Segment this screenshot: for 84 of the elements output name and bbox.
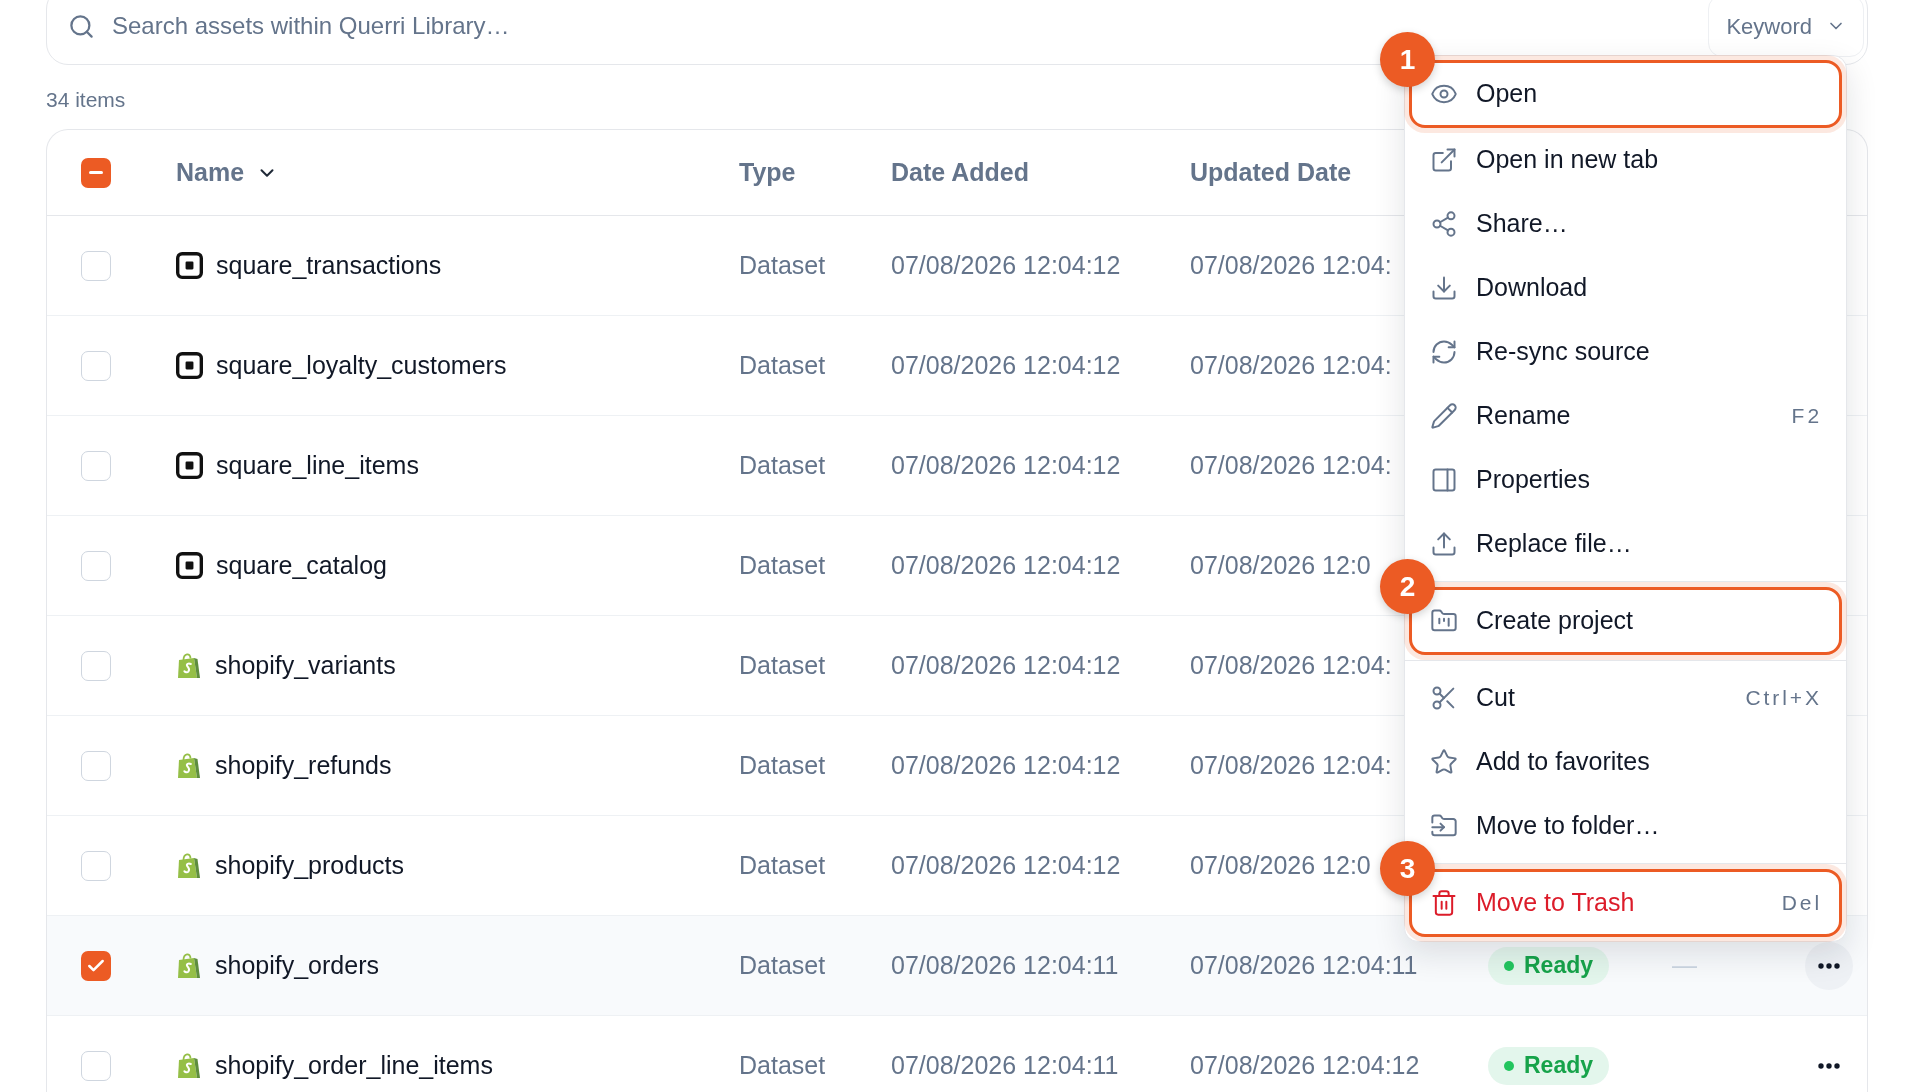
shopping-bag-icon (177, 1052, 201, 1079)
asset-type: Dataset (739, 249, 826, 281)
download-icon (1430, 274, 1458, 302)
updated-date: 07/08/2026 12:04:12 (1190, 1049, 1420, 1081)
share-icon (1430, 210, 1458, 238)
shortcut-hint: Ctrl+X (1745, 685, 1822, 712)
asset-name: shopify_variants (215, 649, 396, 681)
asset-type: Dataset (739, 449, 826, 481)
shopping-bag-icon (177, 652, 201, 679)
more-button[interactable] (1804, 941, 1853, 990)
date-added: 07/08/2026 12:04:12 (891, 549, 1121, 581)
checkbox[interactable] (81, 650, 111, 681)
updated-date: 07/08/2026 12:04: (1190, 749, 1392, 781)
asset-name: square_transactions (216, 249, 442, 281)
date-added: 07/08/2026 12:04:12 (891, 649, 1121, 681)
asset-type: Dataset (739, 949, 826, 981)
upload-icon (1430, 530, 1458, 558)
date-added: 07/08/2026 12:04:11 (891, 1049, 1119, 1081)
date-added: 07/08/2026 12:04:11 (891, 949, 1119, 981)
checkbox[interactable] (81, 550, 111, 581)
updated-date: 07/08/2026 12:04: (1190, 449, 1392, 481)
menu-item[interactable]: Open in new tab (1409, 128, 1842, 192)
column-header[interactable]: Name (176, 153, 279, 192)
menu-item[interactable]: Properties (1409, 448, 1842, 512)
shopping-bag-icon (177, 752, 201, 779)
menu-item[interactable]: Add to favorites (1409, 730, 1842, 794)
updated-date: 07/08/2026 12:04: (1190, 249, 1392, 281)
updated-date: 07/08/2026 12:04: (1190, 349, 1392, 381)
framed-square-icon (176, 352, 203, 379)
search-icon (68, 12, 95, 40)
asset-name: shopify_refunds (215, 749, 392, 781)
checkbox[interactable] (81, 1050, 111, 1081)
checkbox[interactable] (81, 250, 111, 281)
menu-item[interactable]: Re-sync source (1409, 320, 1842, 384)
more-icon (1817, 962, 1840, 969)
updated-date: 07/08/2026 12:0 (1190, 549, 1371, 581)
updated-date: 07/08/2026 12:04:11 (1190, 949, 1418, 981)
star-icon (1430, 748, 1458, 776)
asset-type: Dataset (739, 1049, 826, 1081)
date-added: 07/08/2026 12:04:12 (891, 349, 1121, 381)
table-row[interactable]: shopify_orders Dataset 07/08/2026 12:04:11 07/08/2026 12:04:11 Ready — (47, 916, 1867, 1016)
asset-name: shopify_orders (215, 949, 379, 981)
date-added: 07/08/2026 12:04:12 (891, 749, 1121, 781)
checkbox[interactable] (81, 157, 111, 188)
framed-square-icon (176, 252, 203, 279)
status-label: Ready (1524, 1051, 1594, 1081)
refresh-icon (1430, 338, 1458, 366)
asset-name: square_loyalty_customers (216, 349, 507, 381)
shopping-bag-icon (177, 952, 201, 979)
asset-type: Dataset (739, 649, 826, 681)
status-label: Ready (1524, 951, 1594, 981)
shortcut-hint: Del (1781, 890, 1822, 917)
checkbox[interactable] (81, 850, 111, 881)
asset-name: shopify_order_line_items (215, 1049, 493, 1081)
asset-type: Dataset (739, 849, 826, 881)
more-icon (1817, 1062, 1840, 1069)
column-header[interactable]: Date Added (891, 153, 1029, 192)
asset-type: Dataset (739, 749, 826, 781)
framed-square-icon (176, 552, 203, 579)
pencil-icon (1430, 402, 1458, 430)
minus-icon (89, 171, 103, 174)
framed-square-icon (176, 452, 203, 479)
asset-name: square_line_items (216, 449, 419, 481)
updated-date: 07/08/2026 12:0 (1190, 849, 1371, 881)
column-header[interactable]: Type (739, 153, 796, 192)
side-panel-icon (1430, 466, 1458, 494)
checkbox[interactable] (81, 950, 111, 981)
date-added: 07/08/2026 12:04:12 (891, 249, 1121, 281)
date-added: 07/08/2026 12:04:12 (891, 449, 1121, 481)
empty-value: — (1672, 949, 1697, 981)
asset-name: shopify_products (215, 849, 404, 881)
column-header[interactable]: Updated Date (1190, 153, 1352, 192)
updated-date: 07/08/2026 12:04: (1190, 649, 1392, 681)
asset-type: Dataset (739, 549, 826, 581)
shopping-bag-icon (177, 852, 201, 879)
checkbox[interactable] (81, 350, 111, 381)
checkbox[interactable] (81, 750, 111, 781)
external-link-icon (1430, 146, 1458, 174)
asset-type: Dataset (739, 349, 826, 381)
checkbox[interactable] (81, 450, 111, 481)
item-count: 34 items (46, 87, 126, 113)
asset-name: square_catalog (216, 549, 387, 581)
trash-icon (1430, 889, 1458, 917)
date-added: 07/08/2026 12:04:12 (891, 849, 1121, 881)
